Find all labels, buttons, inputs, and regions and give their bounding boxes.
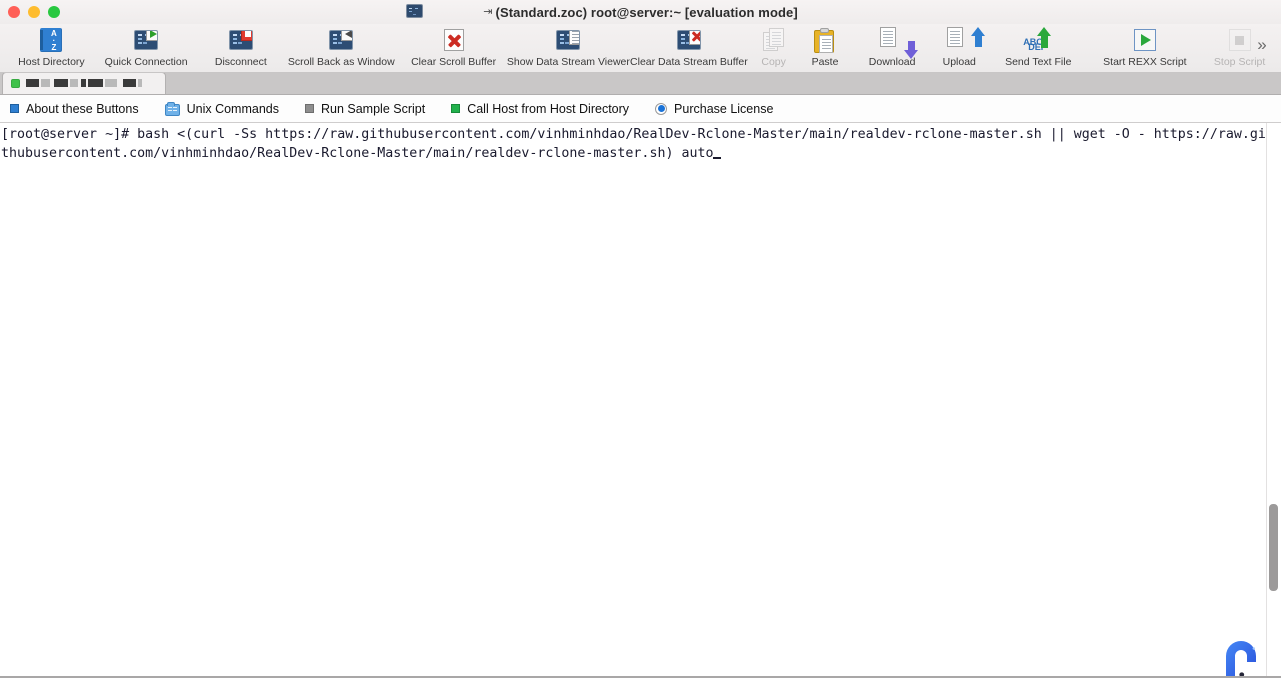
terminal-scrollbar-thumb[interactable]: [1269, 504, 1278, 591]
toolbar-button-start-rexx-script[interactable]: Start REXX Script: [1092, 24, 1199, 72]
toolbar-button-download[interactable]: Download: [851, 24, 934, 72]
square-gray-icon: [304, 104, 314, 113]
toolbar-button-scroll-back-as-window[interactable]: Scroll Back as Window: [282, 24, 400, 72]
copy-icon: [758, 25, 790, 55]
toolbar-label: Send Text File: [1005, 56, 1072, 68]
session-tab-active[interactable]: [2, 72, 166, 94]
window-title: ⇥ (Standard.zoc) root@server:~ [evaluati…: [0, 0, 1281, 24]
terminal-output-area[interactable]: [root@server ~]# bash <(curl -Ss https:/…: [0, 123, 1281, 678]
toolbar-button-copy[interactable]: Copy: [748, 24, 799, 72]
toolbar-button-send-text-file[interactable]: ABC DEF Send Text File: [985, 24, 1092, 72]
button-about-these-buttons[interactable]: About these Buttons: [10, 102, 139, 116]
button-label: About these Buttons: [26, 101, 139, 116]
toolbar-button-quick-connection[interactable]: Quick Connection: [93, 24, 200, 72]
button-run-sample-script[interactable]: Run Sample Script: [304, 101, 426, 116]
toolbar-button-disconnect[interactable]: Disconnect: [199, 24, 282, 72]
terminal-line: [root@server ~]# bash <(curl -Ss https:/…: [1, 127, 1266, 142]
upload-arrow-icon: [943, 25, 986, 55]
terminal-scrollbar[interactable]: [1266, 123, 1281, 678]
toolbar-label: Host Directory: [18, 56, 85, 68]
session-tab-strip: [0, 72, 1281, 95]
button-purchase-license[interactable]: Purchase License: [655, 102, 773, 116]
title-bar: ⇥ (Standard.zoc) root@server:~ [evaluati…: [0, 0, 1281, 24]
toolbar-label: Scroll Back as Window: [287, 56, 395, 68]
send-text-file-icon: ABC DEF: [1022, 25, 1054, 55]
toolbar-label: Copy: [761, 56, 786, 68]
toolbar-button-host-directory[interactable]: A · Z Host Directory: [10, 24, 93, 72]
main-toolbar: A · Z Host Directory Quick Connection Disc…: [0, 24, 1281, 73]
square-green-icon: [451, 104, 461, 113]
terminal-cursor: [713, 157, 722, 159]
folder-icon: [164, 101, 180, 116]
toolbar-label: Disconnect: [214, 56, 267, 68]
toolbar-label: Quick Connection: [104, 56, 188, 68]
toolbar-button-paste[interactable]: Paste: [799, 24, 850, 72]
toolbar-button-clear-scroll-buffer[interactable]: Clear Scroll Buffer: [400, 24, 507, 72]
toolbar-label: Clear Data Stream Buffer: [630, 56, 748, 68]
terminal-stop-icon: [225, 25, 257, 55]
play-script-icon: [1129, 25, 1161, 55]
button-label: Unix Commands: [186, 101, 279, 116]
button-unix-commands[interactable]: Unix Commands: [164, 101, 279, 116]
connection-status-indicator-icon: [11, 79, 20, 88]
terminal-play-icon: [130, 25, 162, 55]
toolbar-button-upload[interactable]: Upload: [934, 24, 986, 72]
address-book-icon: A · Z: [35, 25, 67, 55]
rclone-logo: [1226, 641, 1256, 678]
zoc-terminal-window: ⇥ (Standard.zoc) root@server:~ [evaluati…: [0, 0, 1281, 678]
button-label: Run Sample Script: [320, 101, 426, 116]
terminal-back-icon: [325, 25, 357, 55]
button-label: Call Host from Host Directory: [467, 101, 630, 116]
session-tab-label: [26, 78, 144, 90]
data-stream-viewer-icon: [552, 25, 584, 55]
toolbar-overflow-chevron-icon[interactable]: »: [1249, 32, 1275, 58]
toolbar-button-clear-data-stream-buffer[interactable]: Clear Data Stream Buffer: [630, 24, 748, 72]
window-title-text: (Standard.zoc) root@server:~ [evaluation…: [495, 4, 798, 20]
button-label: Purchase License: [674, 101, 774, 116]
clear-data-stream-x-icon: [673, 25, 705, 55]
toolbar-label: Paste: [811, 56, 839, 68]
toolbar-label: Start REXX Script: [1103, 56, 1187, 68]
clear-buffer-x-icon: [438, 25, 470, 55]
toolbar-label: Clear Scroll Buffer: [411, 56, 497, 68]
toolbar-label: Upload: [942, 56, 976, 68]
toolbar-button-show-data-stream-viewer[interactable]: Show Data Stream Viewer: [507, 24, 630, 72]
toolbar-label: Show Data Stream Viewer: [506, 56, 630, 68]
square-blue-icon: [10, 104, 19, 113]
button-call-host-from-host-directory[interactable]: Call Host from Host Directory: [451, 102, 629, 116]
title-arrow-icon: ⇥: [483, 5, 493, 18]
quick-button-bar: About these Buttons Unix Commands Run Sa…: [0, 95, 1281, 123]
radio-blue-icon: [655, 102, 668, 115]
terminal-line-with-cursor: thubusercontent.com/vinhminhdao/RealDev-…: [0, 144, 1281, 163]
terminal-line-text: thubusercontent.com/vinhminhdao/RealDev-…: [1, 146, 714, 161]
paste-clipboard-icon: [809, 25, 841, 55]
download-arrow-icon: [876, 25, 919, 59]
